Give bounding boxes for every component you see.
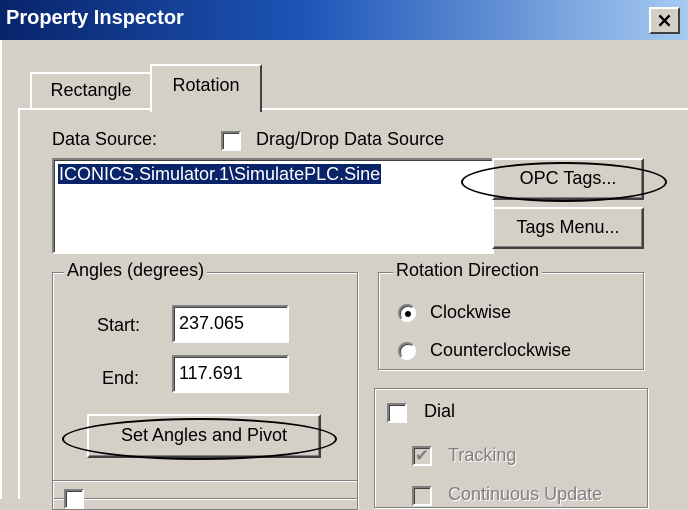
- opc-tags-button-label: OPC Tags...: [519, 168, 617, 188]
- drag-drop-label: Drag/Drop Data Source: [256, 129, 445, 149]
- counterclockwise-radio[interactable]: [398, 342, 416, 360]
- end-input-value: 117.691: [179, 363, 243, 383]
- close-button[interactable]: ×: [649, 7, 680, 34]
- tab-rectangle-label: Rectangle: [50, 80, 132, 100]
- start-label: Start:: [97, 315, 141, 335]
- tags-menu-button[interactable]: Tags Menu...: [492, 207, 644, 249]
- dial-label: Dial: [424, 401, 456, 421]
- window-title: Property Inspector: [6, 7, 184, 29]
- start-input[interactable]: 237.065: [172, 305, 289, 343]
- lower-left-checkbox[interactable]: [64, 489, 84, 509]
- continuous-update-label: Continuous Update: [448, 484, 603, 504]
- clockwise-label: Clockwise: [430, 302, 512, 322]
- lower-left-group: [52, 480, 358, 510]
- tab-rectangle[interactable]: Rectangle: [30, 72, 152, 110]
- rotation-direction-title: Rotation Direction: [393, 260, 543, 281]
- tab-rotation[interactable]: Rotation: [150, 64, 262, 112]
- end-input[interactable]: 117.691: [172, 355, 289, 393]
- tracking-label: Tracking: [448, 445, 517, 465]
- set-angles-pivot-button[interactable]: Set Angles and Pivot: [87, 414, 321, 458]
- data-source-field[interactable]: ICONICS.Simulator.1\SimulatePLC.Sine: [52, 158, 494, 254]
- dial-checkbox[interactable]: [387, 403, 407, 423]
- close-icon: ×: [656, 8, 673, 32]
- drag-drop-checkbox[interactable]: [221, 131, 241, 151]
- data-source-label: Data Source:: [52, 129, 158, 149]
- tags-menu-button-label: Tags Menu...: [516, 217, 620, 237]
- tab-rotation-label: Rotation: [172, 75, 240, 95]
- checkmark-icon: ✔: [414, 446, 430, 466]
- set-angles-pivot-label: Set Angles and Pivot: [120, 425, 288, 445]
- opc-tags-button[interactable]: OPC Tags...: [492, 158, 644, 200]
- counterclockwise-label: Counterclockwise: [430, 340, 572, 360]
- start-input-value: 237.065: [179, 313, 245, 333]
- clockwise-radio[interactable]: [398, 304, 416, 322]
- data-source-value: ICONICS.Simulator.1\SimulatePLC.Sine: [58, 164, 382, 184]
- continuous-update-checkbox[interactable]: [412, 486, 432, 506]
- radio-selected-dot: [405, 311, 411, 317]
- tracking-checkbox[interactable]: ✔: [412, 446, 432, 466]
- end-label: End:: [102, 368, 140, 388]
- angles-group-title: Angles (degrees): [64, 260, 208, 281]
